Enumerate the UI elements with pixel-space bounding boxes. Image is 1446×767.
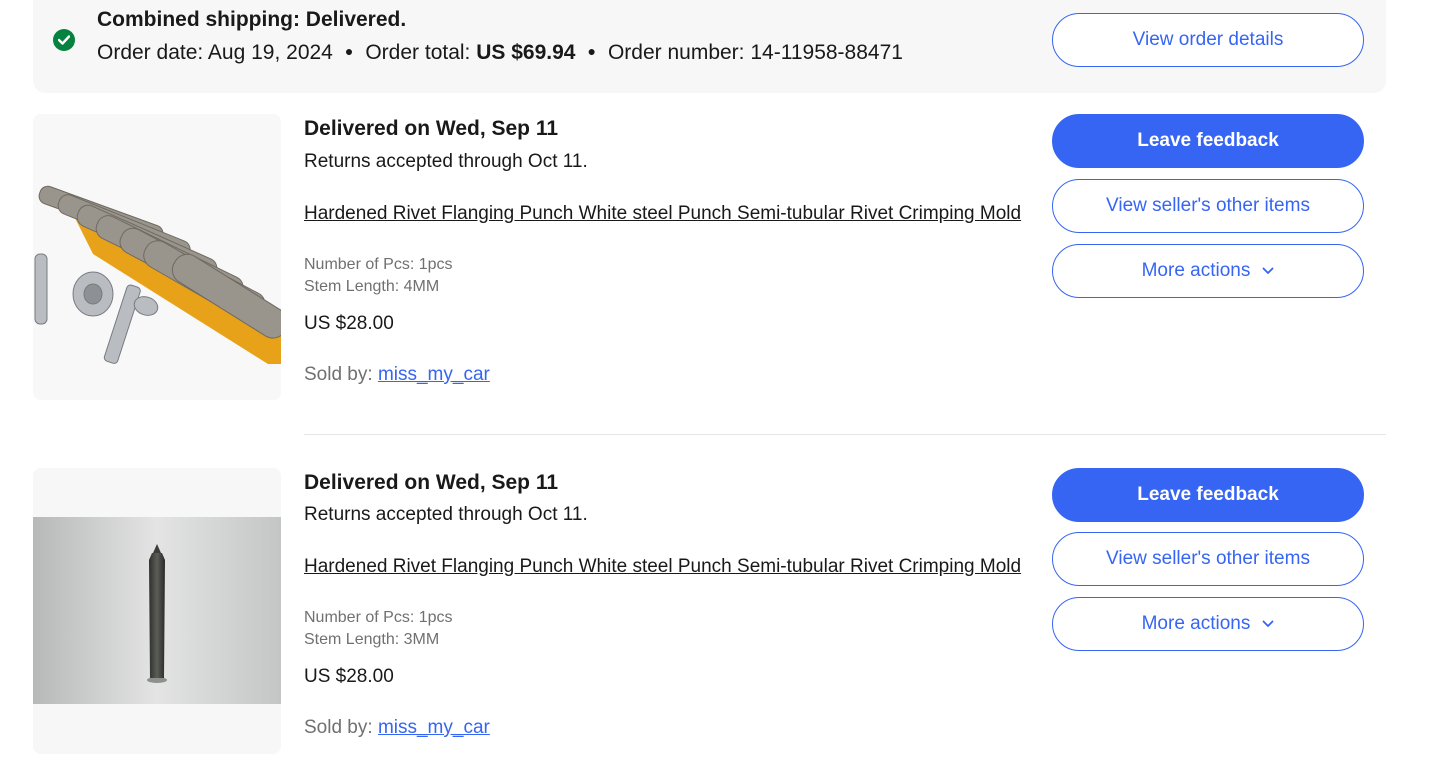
- rivet-punch-set-image: [33, 114, 281, 400]
- item-thumbnail[interactable]: [33, 114, 281, 400]
- item-returns-policy: Returns accepted through Oct 11.: [304, 151, 588, 172]
- check-circle-icon: [53, 29, 75, 51]
- more-actions-button[interactable]: More actions: [1052, 597, 1364, 651]
- view-seller-items-button[interactable]: View seller's other items: [1052, 179, 1364, 233]
- order-date-value: Aug 19, 2024: [207, 41, 333, 64]
- item-seller: Sold by: miss_my_car: [304, 717, 490, 739]
- order-status: Combined shipping: Delivered.: [97, 8, 407, 31]
- order-total-value: US $69.94: [476, 41, 576, 64]
- sold-by-label: Sold by:: [304, 717, 373, 738]
- item-returns-policy: Returns accepted through Oct 11.: [304, 504, 588, 525]
- more-actions-label: More actions: [1141, 613, 1251, 634]
- separator-dot: ●: [344, 43, 354, 59]
- item-thumbnail[interactable]: [33, 468, 281, 754]
- item-attribute-pcs: Number of Pcs: 1pcs: [304, 256, 453, 273]
- seller-link[interactable]: miss_my_car: [378, 364, 490, 385]
- item-attribute-pcs: Number of Pcs: 1pcs: [304, 609, 453, 626]
- chevron-down-icon: [1262, 267, 1274, 275]
- item-seller: Sold by: miss_my_car: [304, 364, 490, 386]
- item-price: US $28.00: [304, 666, 394, 687]
- item-divider: [304, 434, 1386, 435]
- leave-feedback-button[interactable]: Leave feedback: [1052, 114, 1364, 168]
- order-date-label: Order date:: [97, 41, 204, 64]
- chevron-down-icon: [1262, 620, 1274, 628]
- order-number-value: 14-11958-88471: [750, 41, 903, 64]
- item-delivery-status: Delivered on Wed, Sep 11: [304, 471, 559, 494]
- order-number-label: Order number:: [607, 41, 745, 64]
- more-actions-button[interactable]: More actions: [1052, 244, 1364, 298]
- sold-by-label: Sold by:: [304, 364, 373, 385]
- order-total-label: Order total:: [365, 41, 471, 64]
- view-seller-items-button[interactable]: View seller's other items: [1052, 532, 1364, 586]
- item-attribute-stem-length: Stem Length: 3MM: [304, 631, 440, 648]
- item-delivery-status: Delivered on Wed, Sep 11: [304, 117, 559, 140]
- item-title-link[interactable]: Hardened Rivet Flanging Punch White stee…: [304, 200, 1034, 227]
- seller-link[interactable]: miss_my_car: [378, 717, 490, 738]
- separator-dot: ●: [587, 43, 596, 59]
- more-actions-label: More actions: [1141, 260, 1251, 281]
- order-meta: Order date: Aug 19, 2024 ● Order total: US…: [97, 41, 903, 65]
- rivet-punch-image: [33, 468, 281, 754]
- leave-feedback-button[interactable]: Leave feedback: [1052, 468, 1364, 522]
- item-title-link[interactable]: Hardened Rivet Flanging Punch White stee…: [304, 553, 1034, 580]
- view-order-details-button[interactable]: View order details: [1052, 13, 1364, 67]
- item-attribute-stem-length: Stem Length: 4MM: [304, 278, 440, 295]
- item-price: US $28.00: [304, 313, 394, 334]
